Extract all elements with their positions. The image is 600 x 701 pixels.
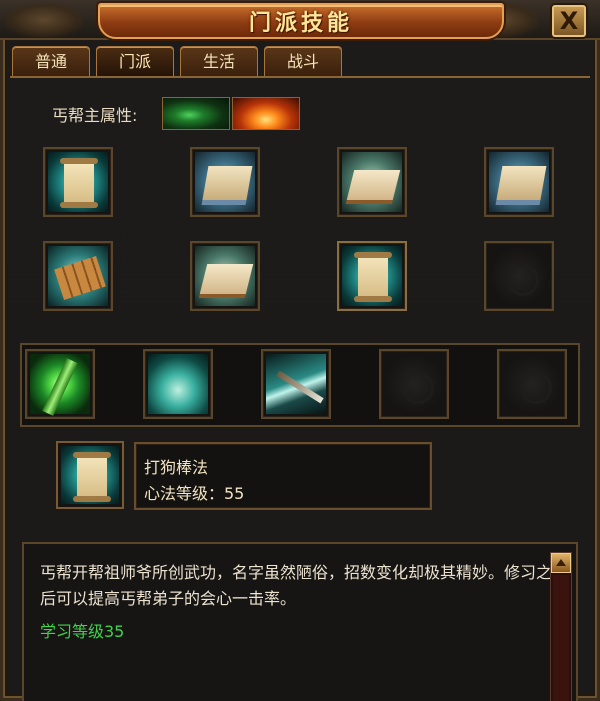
tab-sect[interactable]: 门派 (96, 46, 174, 76)
scroll-icon (342, 246, 402, 306)
scroll-track[interactable] (553, 575, 569, 701)
skill-slot[interactable] (43, 147, 113, 217)
title-plate: 门派技能 (98, 3, 504, 39)
fire-attribute-icon (232, 97, 300, 130)
poison-attribute-icon (162, 97, 230, 130)
ornament-left (4, 2, 84, 38)
scroll-icon (48, 152, 108, 212)
empty-active-slot[interactable] (379, 349, 449, 419)
description-scrollbar[interactable] (550, 552, 572, 701)
tab-life[interactable]: 生活 (180, 46, 258, 76)
skill-name: 打狗棒法 (144, 458, 209, 477)
active-skill-slot[interactable] (143, 349, 213, 419)
skill-slot[interactable] (337, 147, 407, 217)
empty-slot-icon (502, 354, 562, 414)
active-skill-slot[interactable] (261, 349, 331, 419)
empty-slot-icon (384, 354, 444, 414)
bamboo-bundle-icon (48, 246, 108, 306)
tab-bar: 普通 门派 生活 战斗 (12, 46, 342, 76)
scroll-icon (61, 446, 119, 504)
book-icon (195, 152, 255, 212)
empty-slot-icon (489, 246, 549, 306)
title-bar: 门派技能 X (0, 0, 600, 40)
description-panel: 丐帮开帮祖师爷所创武功，名字虽然陋俗，招数变化却极其精妙。修习之后可以提高丐帮弟… (22, 542, 578, 701)
skill-slot[interactable] (190, 241, 260, 311)
empty-skill-slot[interactable] (484, 241, 554, 311)
skill-slot[interactable] (190, 147, 260, 217)
selected-skill-slot[interactable] (56, 441, 124, 509)
skill-level: 心法等级：55 (144, 484, 245, 503)
close-button[interactable]: X (552, 5, 586, 37)
window-title: 门派技能 (248, 11, 353, 36)
wolf-icon (148, 354, 208, 414)
scroll-up-arrow-icon[interactable] (551, 553, 571, 573)
tab-normal[interactable]: 普通 (12, 46, 90, 76)
main-attribute-label: 丐帮主属性: (52, 106, 138, 125)
description-text: 丐帮开帮祖师爷所创武功，名字虽然陋俗，招数变化却极其精妙。修习之后可以提高丐帮弟… (40, 563, 553, 608)
requirement-text: 学习等级35 (40, 622, 125, 641)
open-book-icon (195, 246, 255, 306)
green-bamboo-staff-icon (30, 354, 90, 414)
spear-icon (266, 354, 326, 414)
active-skill-slot[interactable] (25, 349, 95, 419)
skill-slot[interactable] (43, 241, 113, 311)
empty-active-slot[interactable] (497, 349, 567, 419)
open-book-icon (342, 152, 402, 212)
tab-combat[interactable]: 战斗 (264, 46, 342, 76)
tab-divider (10, 76, 590, 78)
books-icon (489, 152, 549, 212)
skill-slot-selected[interactable] (337, 241, 407, 311)
skill-slot[interactable] (484, 147, 554, 217)
skill-info-panel: 打狗棒法 心法等级：55 (134, 442, 432, 510)
